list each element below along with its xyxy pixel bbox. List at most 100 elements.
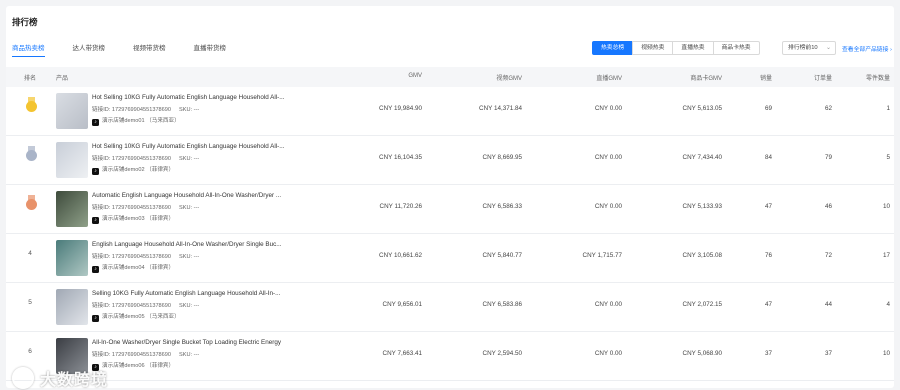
col-rank: 排名	[24, 76, 37, 82]
orders-cell: 72	[824, 252, 832, 259]
card-gmv-cell: CNY 5,613.05	[682, 105, 722, 112]
video-gmv-cell: CNY 6,583.86	[482, 301, 522, 308]
product-thumbnail[interactable]	[56, 93, 88, 129]
product-thumbnail[interactable]	[56, 289, 88, 325]
table-row[interactable]: Hot Selling 10KG Fully Automatic English…	[6, 136, 894, 185]
gmv-cell: CNY 9,656.01	[382, 301, 422, 308]
table-header: 排名 产品 GMV 视频GMV 直播GMV 商品卡GMV 销量 订单量 零件数量	[6, 67, 894, 87]
gmv-cell: CNY 10,661.62	[379, 252, 422, 259]
segment-video[interactable]: 视频热卖	[632, 41, 674, 55]
product-link-id: 链接ID: 1729769904551378690	[92, 205, 171, 211]
col-live-gmv: 直播GMV	[596, 76, 622, 82]
tab-product-hot[interactable]: 商品热卖榜	[12, 42, 45, 57]
chevron-down-icon: ⌄	[825, 45, 831, 51]
rank-number: 4	[28, 250, 32, 257]
shop-line: ♪ 演示店铺demo02 （菲律宾）	[92, 165, 174, 175]
watermark-text: 大数跨境	[40, 372, 109, 389]
rank-number: 6	[28, 348, 32, 355]
product-link-id: 链接ID: 1729769904551378690	[92, 303, 171, 309]
gmv-cell: CNY 19,984.90	[379, 105, 422, 112]
live-gmv-cell: CNY 0.00	[594, 203, 622, 210]
product-id-line: 链接ID: 1729769904551378690 SKU: ---	[92, 154, 199, 162]
product-thumbnail[interactable]	[56, 142, 88, 178]
col-video-gmv: 视频GMV	[496, 76, 522, 82]
orders-cell: 46	[824, 203, 832, 210]
shop-line: ♪ 演示店铺demo05 （马来西亚）	[92, 312, 180, 322]
rank-count-select[interactable]: 排行榜前10 ⌄	[782, 41, 836, 55]
segment-live[interactable]: 直播热卖	[672, 41, 714, 55]
product-id-line: 链接ID: 1729769904551378690 SKU: ---	[92, 203, 199, 211]
gmv-cell: CNY 16,104.35	[379, 154, 422, 161]
sales-cell: 47	[764, 203, 772, 210]
table-row[interactable]: 4 English Language Household All-In-One W…	[6, 234, 894, 283]
live-gmv-cell: CNY 0.00	[594, 301, 622, 308]
tab-video[interactable]: 视频带货榜	[133, 42, 166, 57]
orders-cell: 37	[824, 350, 832, 357]
bronze-medal-icon	[26, 199, 37, 210]
col-product: 产品	[56, 76, 69, 82]
col-card-gmv: 商品卡GMV	[690, 76, 722, 82]
col-orders: 订单量	[813, 76, 832, 82]
sales-cell: 84	[764, 154, 772, 161]
table-row[interactable]: Hot Selling 10KG Fully Automatic English…	[6, 87, 894, 136]
tiktok-icon: ♪	[92, 119, 99, 126]
tab-influencer[interactable]: 达人带货榜	[73, 42, 106, 57]
video-gmv-cell: CNY 6,586.33	[482, 203, 522, 210]
shop-line: ♪ 演示店铺demo04 （菲律宾）	[92, 263, 174, 273]
segment-total[interactable]: 热卖总榜	[592, 41, 634, 55]
product-name[interactable]: Hot Selling 10KG Fully Automatic English…	[92, 94, 285, 101]
gold-medal-icon	[26, 101, 37, 112]
parts-cell: 10	[882, 350, 890, 357]
sales-cell: 76	[764, 252, 772, 259]
product-name[interactable]: All-In-One Washer/Dryer Single Bucket To…	[92, 339, 281, 346]
product-link-id: 链接ID: 1729769904551378690	[92, 352, 171, 358]
watermark: 大数跨境	[12, 366, 108, 390]
gmv-cell: CNY 11,720.26	[379, 203, 422, 210]
live-gmv-cell: CNY 1,715.77	[582, 252, 622, 259]
tiktok-icon: ♪	[92, 168, 99, 175]
product-thumbnail[interactable]	[56, 191, 88, 227]
sales-type-segment: 热卖总榜 视频热卖 直播热卖 商品卡热卖	[592, 41, 760, 55]
product-link-id: 链接ID: 1729769904551378690	[92, 156, 171, 162]
parts-cell: 10	[882, 203, 890, 210]
live-gmv-cell: CNY 0.00	[594, 105, 622, 112]
parts-cell: 5	[886, 154, 890, 161]
product-name[interactable]: Hot Selling 10KG Fully Automatic English…	[92, 143, 285, 150]
card-gmv-cell: CNY 5,068.90	[682, 350, 722, 357]
product-name[interactable]: Automatic English Language Household All…	[92, 192, 281, 199]
product-sku: SKU: ---	[179, 205, 200, 211]
product-name[interactable]: English Language Household All-In-One Wa…	[92, 241, 281, 248]
shop-name: 演示店铺demo01 （马来西亚）	[102, 118, 180, 124]
product-sku: SKU: ---	[179, 352, 200, 358]
product-name[interactable]: Selling 10KG Fully Automatic English Lan…	[92, 290, 280, 297]
table-row[interactable]: 5 Selling 10KG Fully Automatic English La…	[6, 283, 894, 332]
parts-cell: 4	[886, 301, 890, 308]
table-row[interactable]: 6 All-In-One Washer/Dryer Single Bucket T…	[6, 332, 894, 381]
watermark-logo-icon	[12, 367, 34, 389]
product-sku: SKU: ---	[179, 254, 200, 260]
sales-cell: 47	[764, 301, 772, 308]
shop-name: 演示店铺demo04 （菲律宾）	[102, 265, 175, 271]
product-link-id: 链接ID: 1729769904551378690	[92, 107, 171, 113]
product-sku: SKU: ---	[179, 107, 200, 113]
product-thumbnail[interactable]	[56, 240, 88, 276]
tab-live[interactable]: 直播带货榜	[194, 42, 227, 57]
col-parts: 零件数量	[865, 76, 890, 82]
orders-cell: 44	[824, 301, 832, 308]
silver-medal-icon	[26, 150, 37, 161]
page-title: 排行榜	[12, 17, 38, 27]
col-gmv: GMV	[408, 73, 422, 79]
video-gmv-cell: CNY 2,594.50	[482, 350, 522, 357]
sales-cell: 37	[764, 350, 772, 357]
ranking-panel: 排行榜 商品热卖榜 达人带货榜 视频带货榜 直播带货榜 热卖总榜 视频热卖 直播…	[6, 6, 894, 390]
segment-card[interactable]: 商品卡热卖	[712, 41, 760, 55]
video-gmv-cell: CNY 5,840.77	[482, 252, 522, 259]
shop-line: ♪ 演示店铺demo01 （马来西亚）	[92, 116, 180, 126]
product-link-id: 链接ID: 1729769904551378690	[92, 254, 171, 260]
shop-name: 演示店铺demo05 （马来西亚）	[102, 314, 180, 320]
table-row[interactable]: Automatic English Language Household All…	[6, 185, 894, 234]
view-all-products-link[interactable]: 查看全部产品链接 ›	[842, 44, 892, 53]
ranking-tabs: 商品热卖榜 达人带货榜 视频带货榜 直播带货榜	[12, 42, 254, 57]
video-gmv-cell: CNY 14,371.84	[479, 105, 522, 112]
tiktok-icon: ♪	[92, 217, 99, 224]
